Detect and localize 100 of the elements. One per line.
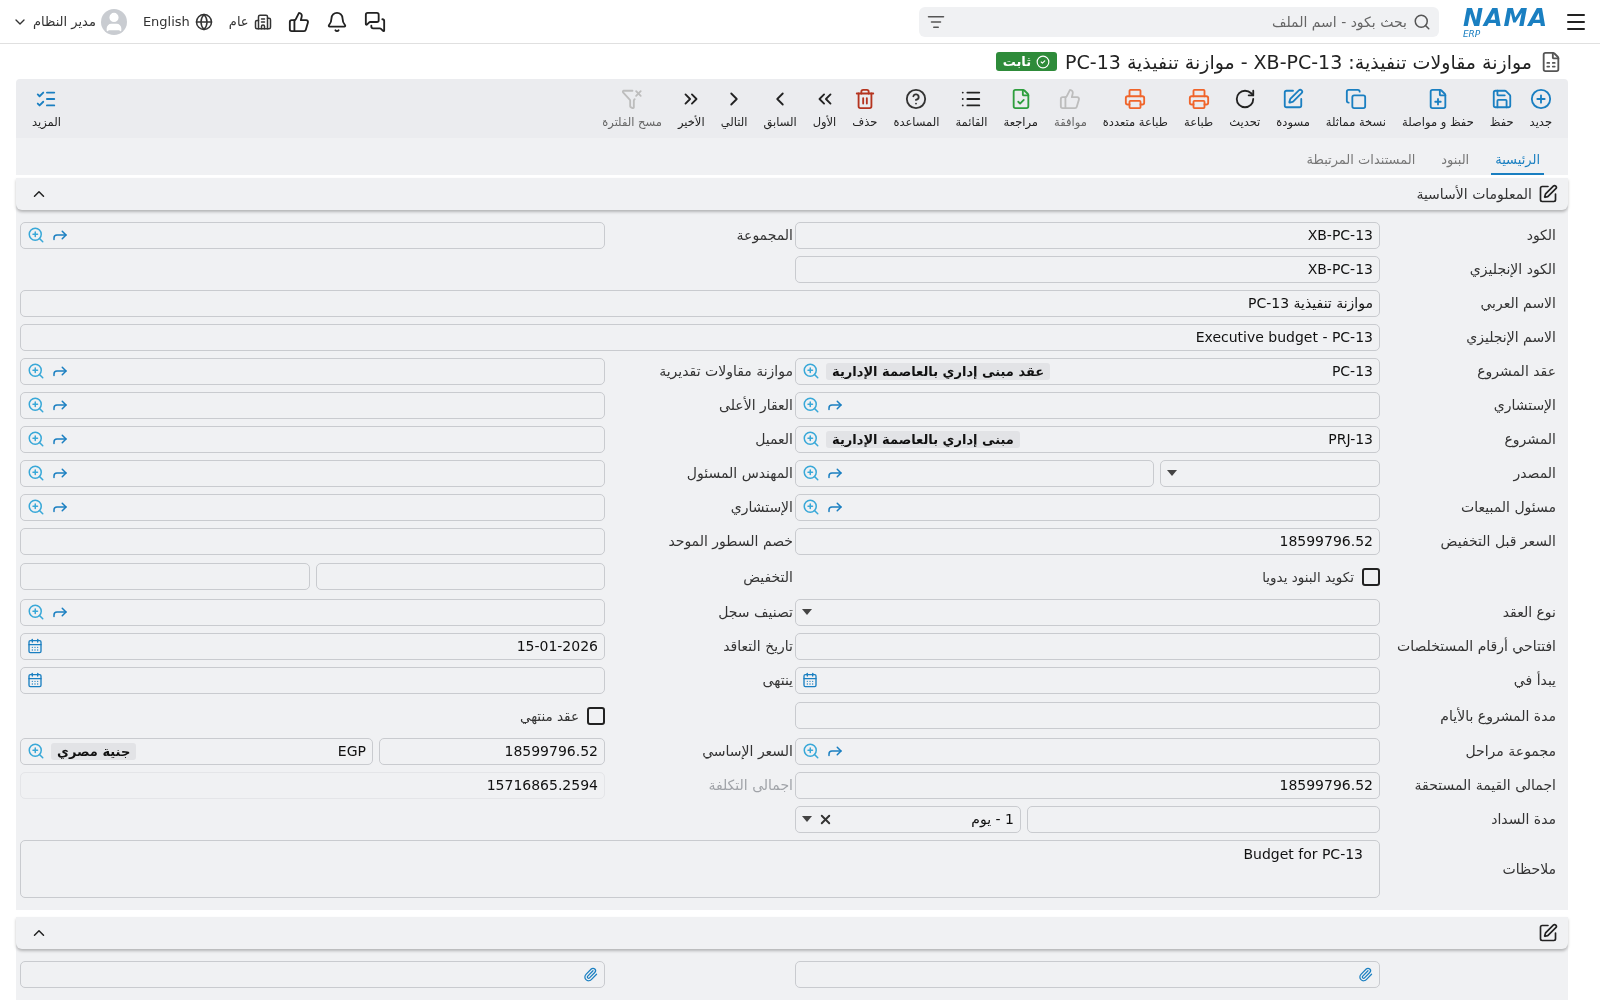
search-plus-icon[interactable]: [27, 430, 45, 449]
checkbox[interactable]: [587, 706, 605, 725]
lookup-field[interactable]: [795, 391, 1380, 419]
text-field[interactable]: [795, 632, 1380, 660]
field-label: افتتاحي أرقام المستخلصات: [1395, 638, 1557, 655]
field-label: تصنيف سجل: [717, 604, 794, 621]
search-plus-icon[interactable]: [27, 464, 45, 483]
chat-icon[interactable]: [363, 10, 386, 33]
search-plus-icon[interactable]: [802, 464, 820, 483]
toolbar-button[interactable]: القائمة: [947, 84, 996, 134]
status-badge: ثابت: [995, 52, 1058, 72]
calendar-icon: [27, 672, 43, 689]
toolbar-button[interactable]: الأخير: [669, 84, 713, 134]
search-field[interactable]: بحث بكود - اسم الملف: [918, 6, 1439, 37]
toolbar-button[interactable]: طباعة متعددة: [1094, 84, 1176, 134]
lookup-field[interactable]: [20, 221, 605, 249]
text-field[interactable]: [315, 563, 605, 591]
field-label: الكود الإنجليزي: [1468, 261, 1557, 278]
lookup-field[interactable]: [20, 391, 605, 419]
date-field[interactable]: 15-01-2026: [20, 632, 605, 660]
search-icon: [1412, 12, 1431, 31]
notes-field[interactable]: Budget for PC-13: [20, 839, 1380, 898]
lookup-field[interactable]: [20, 459, 605, 487]
toolbar-button[interactable]: حذف: [844, 84, 886, 134]
toolbar-button[interactable]: طباعة: [1176, 84, 1222, 134]
thumbs-up-icon[interactable]: [287, 10, 310, 33]
search-plus-icon[interactable]: [802, 362, 820, 381]
toolbar-button[interactable]: مسودة: [1268, 84, 1318, 134]
toolbar-button[interactable]: التالي: [712, 84, 756, 134]
lookup-field[interactable]: [20, 598, 605, 626]
field-label: يبدأ في: [1512, 672, 1557, 689]
toolbar-button[interactable]: حفظ: [1481, 84, 1522, 134]
text-field[interactable]: [1027, 805, 1380, 833]
text-field[interactable]: [20, 527, 605, 555]
user-menu[interactable]: مدير النظام: [12, 8, 127, 35]
text-field[interactable]: 18599796.52: [795, 771, 1380, 799]
edit-icon[interactable]: [1538, 923, 1558, 943]
field-label: خصم السطور الموحد: [667, 533, 794, 550]
search-plus-icon[interactable]: [27, 396, 45, 415]
edit-icon[interactable]: [1538, 183, 1558, 204]
field-label: الاسم العربي: [1479, 295, 1557, 312]
lookup-field[interactable]: [20, 357, 605, 385]
toolbar-button[interactable]: نسخة مماثلة: [1317, 84, 1394, 134]
field-label: اجمالى التكلفة: [707, 777, 794, 794]
search-plus-icon[interactable]: [27, 603, 45, 622]
select-field[interactable]: 1 - يوم: [795, 805, 1021, 833]
text-field[interactable]: XB-PC-13: [795, 255, 1380, 283]
text-field[interactable]: 18599796.52: [795, 527, 1380, 555]
toolbar-button[interactable]: الأول: [804, 84, 845, 134]
toolbar-button[interactable]: المساعدة: [885, 84, 948, 134]
tab[interactable]: البنود: [1437, 151, 1474, 175]
search-plus-icon[interactable]: [27, 226, 45, 245]
language-link[interactable]: English: [142, 12, 213, 31]
caret-icon: [802, 816, 812, 823]
field-label: الكود: [1525, 227, 1557, 244]
search-plus-icon[interactable]: [802, 742, 820, 761]
search-plus-icon[interactable]: [27, 362, 45, 381]
logo[interactable]: NAMA ERP: [1462, 4, 1548, 39]
field-label: الاسم الإنجليزي: [1465, 329, 1557, 346]
attachment-field[interactable]: [795, 961, 1380, 988]
toolbar-button[interactable]: تحديث: [1221, 84, 1269, 134]
toolbar-button[interactable]: مراجعة: [995, 84, 1047, 134]
text-field: 15716865.2594: [20, 771, 605, 799]
more-button[interactable]: المزيد: [24, 84, 69, 134]
text-field[interactable]: موازنة تنفيذية PC-13: [20, 289, 1380, 317]
field-label: مدة السداد: [1490, 811, 1557, 828]
checkbox[interactable]: [1362, 567, 1380, 586]
text-field[interactable]: [795, 702, 1380, 730]
avatar-icon: [100, 8, 127, 35]
calendar-icon: [802, 672, 818, 689]
search-plus-icon[interactable]: [27, 742, 45, 761]
search-plus-icon[interactable]: [802, 430, 820, 449]
dropdown-field[interactable]: [795, 598, 1380, 626]
tab[interactable]: الرئيسية: [1491, 151, 1544, 175]
search-plus-icon[interactable]: [802, 396, 820, 415]
text-field[interactable]: XB-PC-13: [795, 221, 1380, 249]
toolbar-button[interactable]: جديد: [1521, 84, 1560, 134]
attachment-field[interactable]: [20, 961, 605, 988]
text-field[interactable]: Executive budget - PC-13: [20, 323, 1380, 351]
lookup-field[interactable]: [20, 493, 605, 521]
amount-field[interactable]: 18599796.52: [379, 737, 605, 765]
date-field[interactable]: [20, 666, 605, 694]
field-label: المجموعة: [735, 227, 794, 244]
bell-icon[interactable]: [325, 10, 348, 33]
toolbar-button[interactable]: السابق: [755, 84, 805, 134]
text-field[interactable]: [20, 563, 310, 591]
lookup-field[interactable]: [795, 459, 1154, 487]
checkbox-option[interactable]: عقد منتهي: [20, 700, 605, 731]
search-plus-icon[interactable]: [802, 498, 820, 517]
branch-link[interactable]: عام: [228, 12, 272, 31]
search-plus-icon[interactable]: [27, 498, 45, 517]
date-field[interactable]: [795, 666, 1380, 694]
tab[interactable]: المستندات المرتبطة: [1302, 151, 1420, 175]
toolbar-button[interactable]: حفظ و مواصلة: [1394, 84, 1482, 134]
lookup-field[interactable]: [795, 737, 1380, 765]
field-label: السعر الإساسي: [701, 743, 794, 760]
checkbox-option[interactable]: تكويد البنود يدويا: [795, 561, 1380, 592]
lookup-field[interactable]: [20, 425, 605, 453]
lookup-field[interactable]: [795, 493, 1380, 521]
dropdown-field[interactable]: [1160, 459, 1380, 487]
